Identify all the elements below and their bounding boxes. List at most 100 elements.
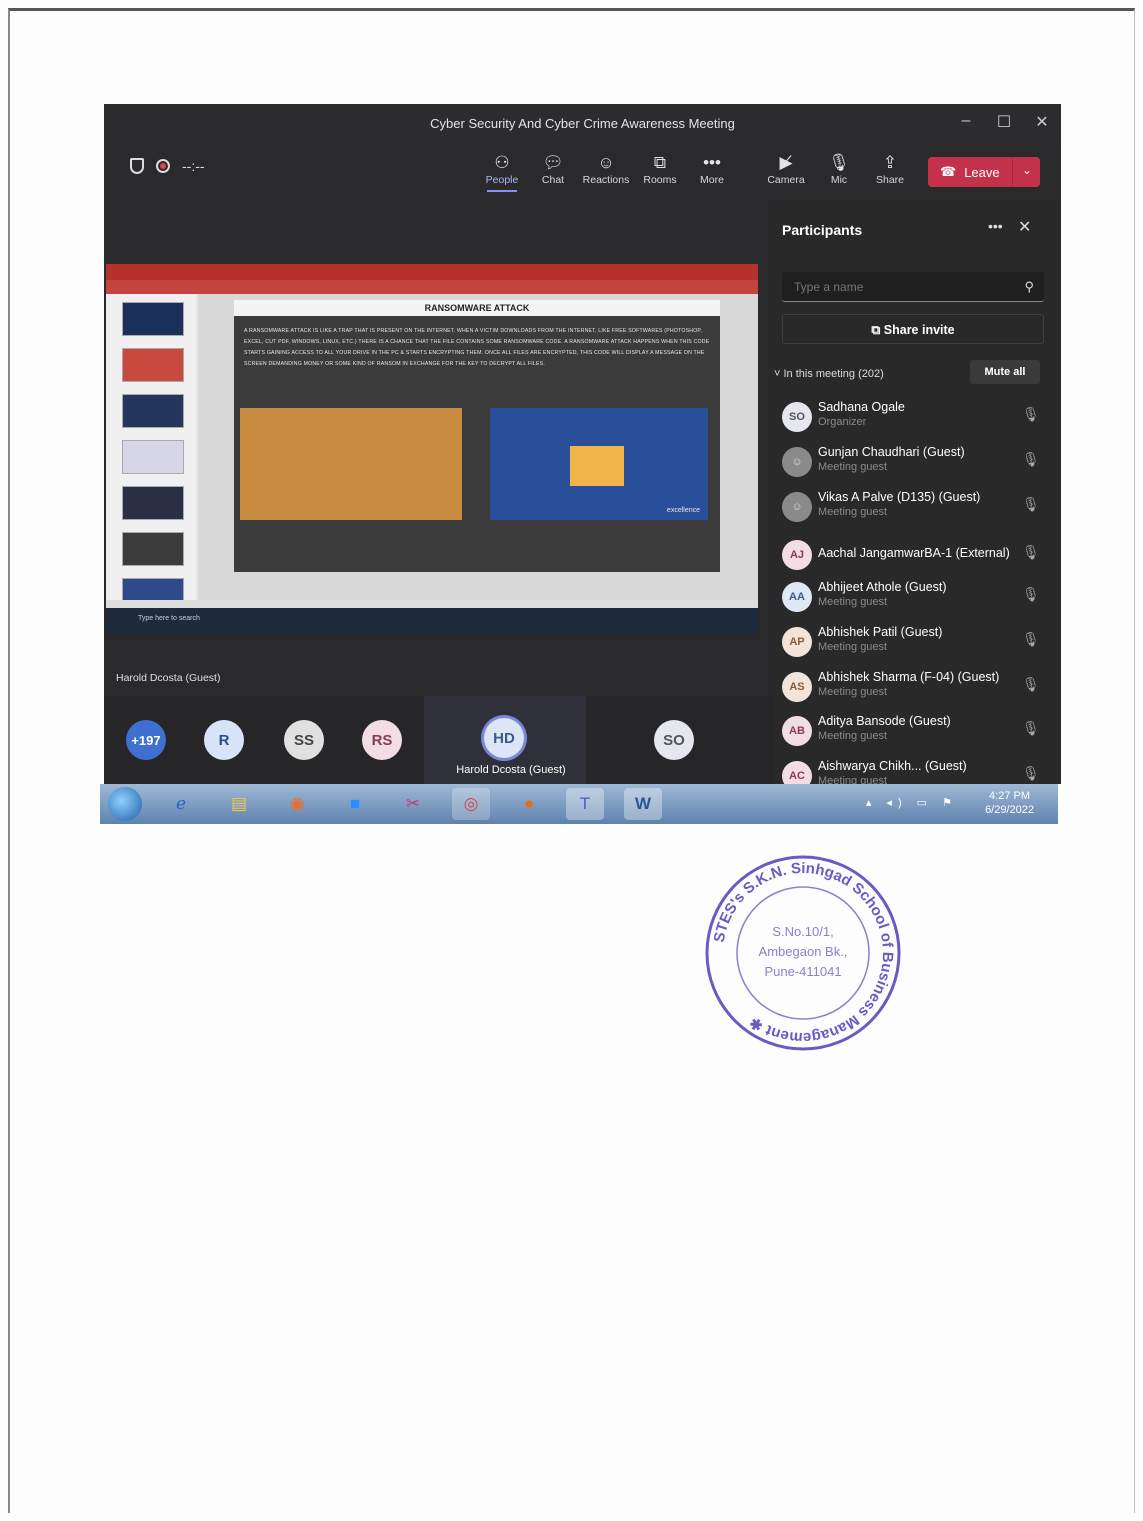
mic-label: Mic: [830, 174, 848, 186]
share-button[interactable]: ⇪ Share: [864, 152, 916, 186]
participant-strip: +197 R SS RS HD Harold Dcosta (Guest) SO: [104, 696, 774, 784]
avatar[interactable]: R: [204, 720, 244, 760]
participant-row[interactable]: AB Aditya Bansode (Guest) Meeting guest …: [774, 710, 1061, 754]
clock-time: 4:27 PM: [989, 790, 1031, 802]
mic-off-icon: 🎙︎: [1022, 544, 1040, 560]
title-bar: Cyber Security And Cyber Crime Awareness…: [104, 104, 1061, 144]
participant-row[interactable]: AP Abhishek Patil (Guest) Meeting guest …: [774, 621, 1061, 665]
sharer-name: Harold Dcosta (Guest): [116, 672, 221, 684]
zoom-icon[interactable]: ■: [336, 788, 374, 820]
media-player-icon[interactable]: ◉: [278, 788, 316, 820]
chrome-icon[interactable]: ◎: [452, 788, 490, 820]
avatar: AJ: [782, 540, 812, 570]
camera-button[interactable]: ▶̸ Camera: [760, 152, 812, 186]
mic-off-icon: 🎙︎: [1022, 451, 1040, 467]
avatar: AP: [782, 627, 812, 657]
participant-row[interactable]: ☺ Vikas A Palve (D135) (Guest) Meeting g…: [774, 486, 1061, 530]
participant-name: Abhijeet Athole (Guest): [818, 580, 947, 594]
people-label: People: [485, 174, 519, 186]
participant-row[interactable]: SO Sadhana Ogale Organizer 🎙︎: [774, 396, 1061, 440]
share-invite-label: Share invite: [883, 323, 955, 337]
rooms-button[interactable]: ⧉ Rooms: [634, 152, 686, 186]
in-meeting-header[interactable]: ˅ In this meeting (202): [774, 368, 884, 380]
slide-thumbnail: [122, 532, 184, 566]
participant-name: Harold Dcosta (Guest): [456, 764, 566, 776]
mic-off-icon: 🎙︎: [1022, 586, 1040, 602]
system-tray-icons[interactable]: ▴ ◂) ▭ ⚑: [866, 796, 958, 809]
reactions-icon: ☺: [597, 153, 615, 172]
close-icon[interactable]: ✕: [1030, 112, 1054, 132]
avatar: SO: [782, 402, 812, 432]
slide-image-caption: excellence: [666, 507, 700, 514]
mute-all-button[interactable]: Mute all: [970, 360, 1040, 384]
avatar[interactable]: RS: [362, 720, 402, 760]
mic-off-icon: 🎙︎: [1022, 676, 1040, 692]
leave-label: Leave: [964, 164, 1000, 180]
participant-role: Meeting guest: [818, 461, 888, 473]
file-explorer-icon[interactable]: ▤: [220, 788, 258, 820]
people-button[interactable]: ⚇ People: [476, 152, 528, 192]
search-icon[interactable]: ⚲: [1024, 279, 1034, 295]
more-button[interactable]: ••• More: [686, 152, 738, 186]
participant-row[interactable]: AJ Aachal JangamwarBA-1 (External) 🎙︎: [774, 534, 1061, 578]
taskbar-clock[interactable]: 4:27 PM 6/29/2022: [985, 789, 1034, 817]
avatar[interactable]: SO: [654, 720, 694, 760]
more-label: More: [700, 174, 724, 186]
maximize-icon[interactable]: ☐: [992, 112, 1016, 132]
participant-role: Meeting guest: [818, 641, 888, 653]
stamp-line-3: Pune-411041: [764, 964, 841, 979]
leave-button[interactable]: ☎ Leave ⌄: [928, 157, 1040, 187]
participant-name: Aditya Bansode (Guest): [818, 714, 951, 728]
shared-search-box: Type here to search: [138, 615, 200, 622]
participant-row[interactable]: AC Aishwarya Chikh... (Guest) Meeting gu…: [774, 755, 1061, 784]
participant-name: Sadhana Ogale: [818, 400, 905, 414]
start-button[interactable]: [108, 787, 142, 821]
minimize-icon[interactable]: –: [954, 112, 978, 130]
stamp-line-1: S.No.10/1,: [772, 924, 833, 939]
avatar: AS: [782, 672, 812, 702]
participant-role: Meeting guest: [818, 686, 888, 698]
slide-thumbnail: [122, 440, 184, 474]
windows-taskbar: ℯ ▤ ◉ ■ ✂ ◎ ● T W ▴ ◂) ▭ ⚑ 4:27 PM 6/29/…: [100, 784, 1058, 824]
participant-name: Aishwarya Chikh... (Guest): [818, 759, 967, 773]
slide-image-left: [240, 408, 462, 520]
participant-name: Gunjan Chaudhari (Guest): [818, 445, 965, 459]
slide-thumbnail: [122, 302, 184, 336]
close-icon[interactable]: ✕: [1018, 217, 1031, 237]
share-icon: ⇪: [882, 153, 898, 172]
snipping-tool-icon[interactable]: ✂: [394, 788, 432, 820]
reactions-button[interactable]: ☺ Reactions: [580, 152, 632, 186]
participant-row[interactable]: AS Abhishek Sharma (F-04) (Guest) Meetin…: [774, 666, 1061, 710]
shared-screen: RANSOMWARE ATTACK A RANSOMWARE ATTACK IS…: [106, 264, 758, 634]
in-meeting-label: In this meeting (202): [783, 368, 884, 380]
internet-explorer-icon[interactable]: ℯ: [162, 788, 200, 820]
powerpoint-status-bar: [106, 600, 758, 608]
participant-row[interactable]: ☺ Gunjan Chaudhari (Guest) Meeting guest…: [774, 441, 1061, 485]
camera-off-icon: ▶̸: [779, 153, 793, 172]
slide-body-text: A RANSOMWARE ATTACK IS LIKE A TRAP THAT …: [244, 328, 710, 367]
more-options-icon[interactable]: •••: [988, 218, 1003, 234]
firefox-icon[interactable]: ●: [510, 788, 548, 820]
slide-title: RANSOMWARE ATTACK: [234, 300, 720, 316]
participant-role: Meeting guest: [818, 506, 888, 518]
avatar: AA: [782, 582, 812, 612]
focused-participant-tile[interactable]: HD Harold Dcosta (Guest): [424, 696, 586, 784]
search-input[interactable]: [792, 279, 1016, 295]
shared-screen-stage: RANSOMWARE ATTACK A RANSOMWARE ATTACK IS…: [104, 200, 774, 700]
slide-editor: RANSOMWARE ATTACK A RANSOMWARE ATTACK IS…: [198, 294, 758, 600]
powerpoint-title-bar: [106, 264, 758, 280]
overflow-participants-avatar[interactable]: +197: [126, 720, 166, 760]
chat-button[interactable]: 💬︎ Chat: [527, 152, 579, 186]
chat-icon: 💬︎: [542, 153, 564, 172]
participant-search[interactable]: ⚲: [782, 272, 1044, 302]
teams-icon[interactable]: T: [566, 788, 604, 820]
word-icon[interactable]: W: [624, 788, 662, 820]
mic-button[interactable]: 🎙︎ Mic: [813, 152, 865, 186]
share-invite-button[interactable]: ⧉ Share invite: [782, 314, 1044, 344]
participant-row[interactable]: AA Abhijeet Athole (Guest) Meeting guest…: [774, 576, 1061, 620]
phone-hangup-icon: ☎: [940, 164, 957, 179]
chevron-down-icon[interactable]: ⌄: [1022, 163, 1032, 177]
mic-off-icon: 🎙︎: [1022, 496, 1040, 512]
avatar[interactable]: SS: [284, 720, 324, 760]
chat-label: Chat: [541, 174, 565, 186]
